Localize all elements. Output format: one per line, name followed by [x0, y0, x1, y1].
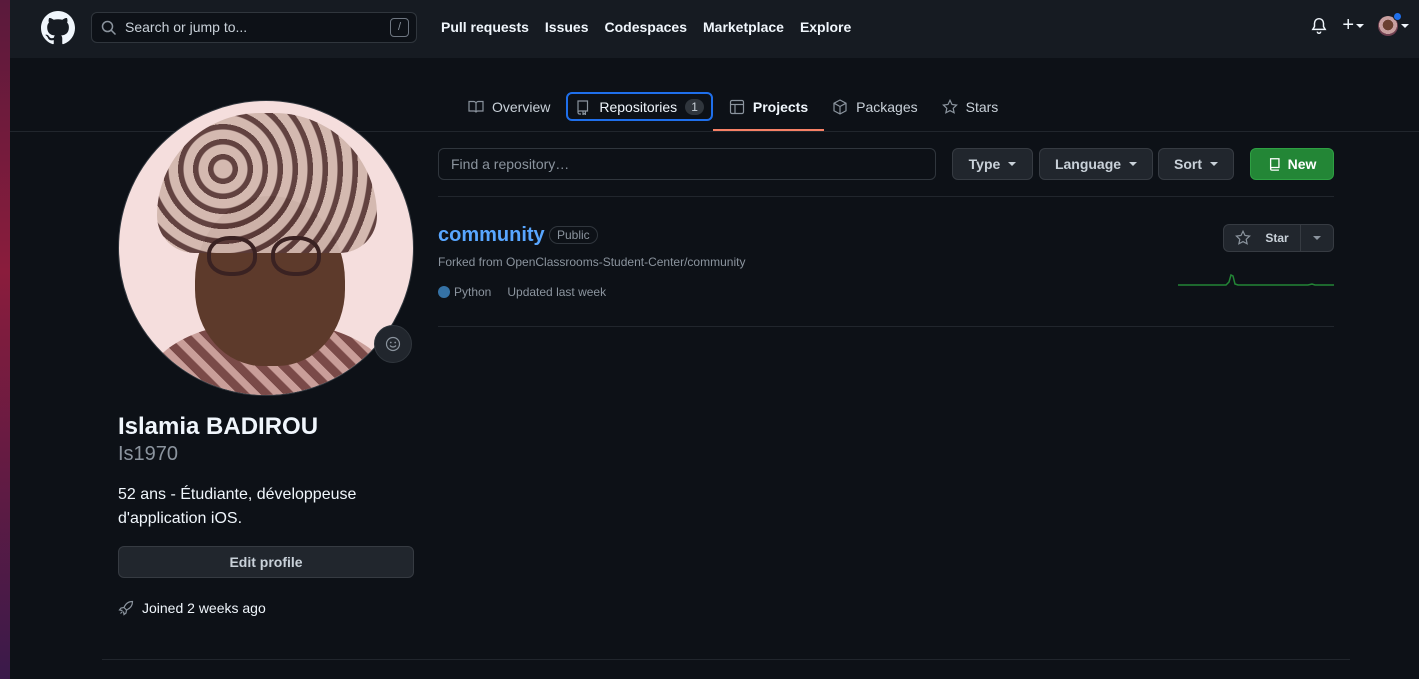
chevron-down-icon	[1210, 162, 1218, 166]
tab-label: Repositories	[599, 98, 678, 115]
github-logo-icon[interactable]	[41, 11, 75, 45]
repo-language: Python	[438, 285, 491, 299]
sort-button[interactable]: Sort	[1158, 148, 1234, 180]
star-list-dropdown[interactable]	[1301, 225, 1333, 251]
new-button-label: New	[1287, 156, 1317, 172]
avatar-glasses-left	[207, 236, 257, 276]
language-name: Python	[454, 285, 492, 299]
user-menu-button[interactable]	[1378, 11, 1409, 36]
find-repository-input[interactable]: Find a repository…	[438, 148, 936, 180]
rocket-icon	[118, 600, 134, 616]
joined-info: Joined 2 weeks ago	[118, 600, 266, 616]
page: Search or jump to... / Pull requests Iss…	[10, 0, 1419, 679]
sort-label: Sort	[1174, 156, 1202, 172]
search-input[interactable]: Search or jump to... /	[91, 12, 417, 43]
language-filter-label: Language	[1054, 156, 1122, 172]
repo-count-badge: 1	[685, 98, 704, 115]
repo-updated: Updated last week	[507, 285, 607, 299]
tab-label: Overview	[492, 98, 551, 115]
nav-explore[interactable]: Explore	[800, 19, 851, 35]
type-filter-label: Type	[968, 156, 1001, 172]
chevron-down-icon	[1356, 23, 1364, 28]
profile-username: Is1970	[118, 443, 179, 465]
repo-icon	[1269, 158, 1280, 171]
nav-codespaces[interactable]: Codespaces	[605, 19, 687, 35]
plus-icon: +	[1342, 14, 1354, 36]
list-divider	[438, 326, 1334, 327]
joined-text: Joined 2 weeks ago	[142, 600, 266, 616]
global-header: Search or jump to... / Pull requests Iss…	[10, 0, 1419, 58]
profile-avatar[interactable]	[118, 100, 414, 396]
repo-meta: Python Updated last week	[438, 285, 606, 299]
bell-icon[interactable]	[1310, 16, 1328, 36]
edit-profile-button[interactable]: Edit profile	[118, 546, 414, 578]
forked-from-text[interactable]: Forked from OpenClassrooms-Student-Cente…	[438, 255, 745, 269]
tab-packages[interactable]: Packages	[824, 92, 925, 121]
set-status-button[interactable]	[374, 325, 412, 363]
type-filter-button[interactable]: Type	[952, 148, 1033, 180]
footer-divider	[102, 659, 1350, 660]
desktop-edge	[0, 0, 10, 679]
search-placeholder: Search or jump to...	[125, 19, 248, 35]
profile-bio: 52 ans - Étudiante, développeuse d'appli…	[118, 486, 357, 527]
tab-label: Packages	[856, 98, 918, 115]
nav-issues[interactable]: Issues	[545, 19, 589, 35]
profile-tabs: Overview Repositories 1 Projects Package…	[460, 92, 1014, 131]
search-icon	[101, 20, 117, 36]
header-actions: +	[1310, 11, 1409, 37]
list-divider	[438, 196, 1334, 197]
chevron-down-icon	[1313, 236, 1321, 240]
status-dot	[1393, 11, 1402, 21]
avatar-scarf	[157, 113, 377, 253]
tab-overview[interactable]: Overview	[460, 92, 558, 121]
activity-sparkline	[1178, 273, 1334, 286]
repo-name-link[interactable]: community	[438, 224, 545, 247]
star-button[interactable]: Star	[1223, 224, 1334, 252]
star-icon	[1235, 230, 1252, 245]
new-repository-button[interactable]: New	[1250, 148, 1334, 180]
language-filter-button[interactable]: Language	[1039, 148, 1153, 180]
chevron-down-icon	[1129, 162, 1138, 166]
star-label: Star	[1265, 231, 1289, 245]
star-action[interactable]: Star	[1224, 225, 1301, 251]
avatar	[1378, 11, 1402, 36]
create-new-button[interactable]: +	[1342, 14, 1364, 37]
tab-label: Stars	[965, 98, 999, 115]
book-icon	[468, 100, 484, 113]
nav-pull-requests[interactable]: Pull requests	[441, 19, 529, 35]
main-nav: Pull requests Issues Codespaces Marketpl…	[441, 19, 851, 35]
avatar-glasses-right	[271, 236, 321, 276]
chevron-down-icon	[1401, 23, 1409, 28]
profile-full-name: Islamia BADIROU	[118, 413, 319, 440]
tab-stars[interactable]: Stars	[934, 92, 1007, 121]
smiley-icon	[385, 336, 401, 352]
tab-label: Projects	[752, 98, 809, 115]
package-icon	[833, 98, 847, 115]
tab-repositories[interactable]: Repositories 1	[566, 92, 713, 121]
language-color-dot	[438, 286, 450, 298]
tab-projects[interactable]: Projects	[712, 92, 825, 131]
star-icon	[941, 98, 958, 114]
chevron-down-icon	[1008, 162, 1017, 166]
visibility-badge: Public	[549, 226, 598, 244]
repo-icon	[577, 99, 589, 115]
nav-marketplace[interactable]: Marketplace	[703, 19, 784, 35]
table-icon	[729, 99, 744, 114]
search-shortcut-key: /	[390, 18, 409, 37]
